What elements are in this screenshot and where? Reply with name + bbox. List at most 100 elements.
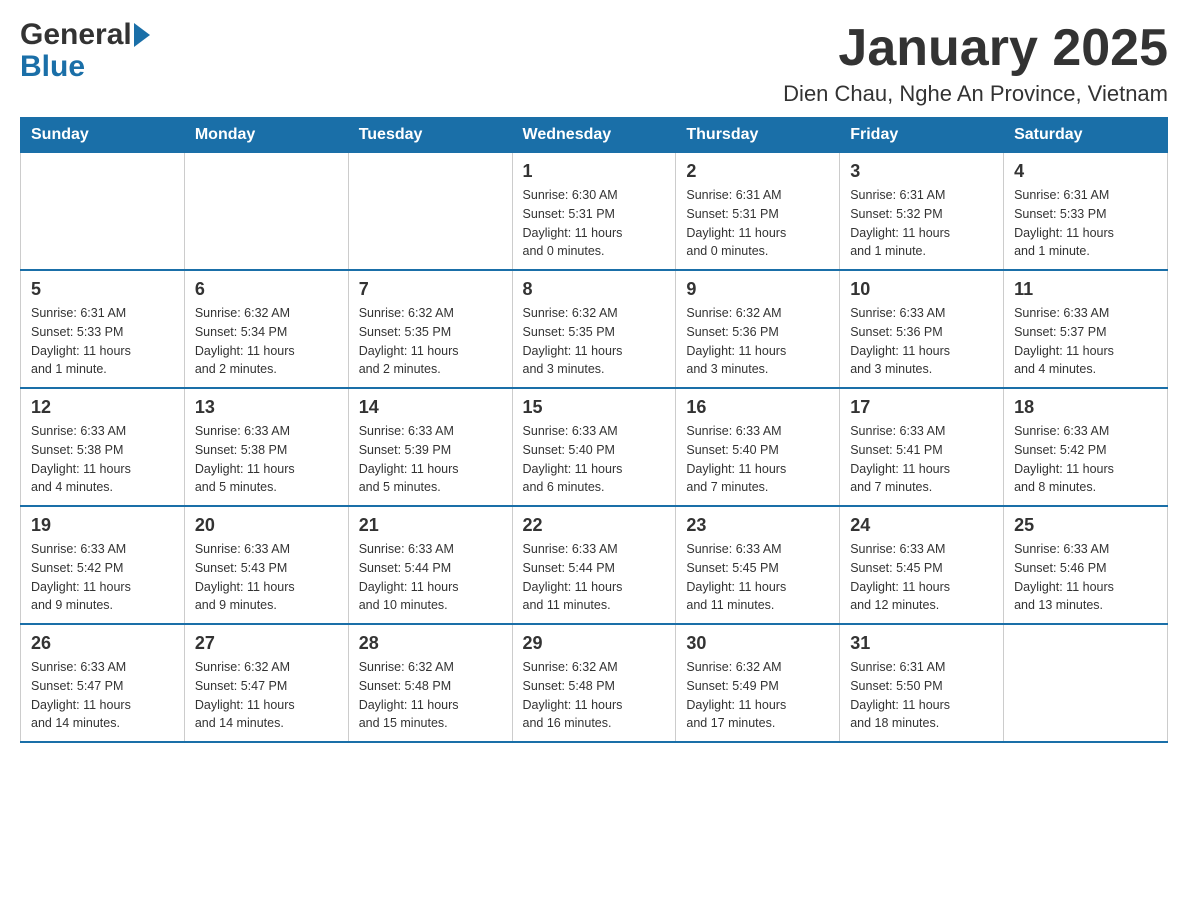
calendar-cell: 17Sunrise: 6:33 AMSunset: 5:41 PMDayligh… xyxy=(840,388,1004,506)
cell-day-info: Sunrise: 6:32 AMSunset: 5:48 PMDaylight:… xyxy=(523,658,666,733)
cell-day-info: Sunrise: 6:33 AMSunset: 5:38 PMDaylight:… xyxy=(31,422,174,497)
calendar-cell: 22 Sunrise: 6:33 AMSunset: 5:44 PMDayligh… xyxy=(512,506,676,624)
cell-day-number: 31 xyxy=(850,633,993,654)
calendar-cell xyxy=(1004,624,1168,742)
cell-day-number: 24 xyxy=(850,515,993,536)
calendar-table: Sunday Monday Tuesday Wednesday Thursday… xyxy=(20,117,1168,743)
cell-day-info: Sunrise: 6:33 AMSunset: 5:40 PMDaylight:… xyxy=(686,422,829,497)
cell-day-info: Sunrise: 6:33 AMSunset: 5:38 PMDaylight:… xyxy=(195,422,338,497)
cell-day-info: Sunrise: 6:31 AMSunset: 5:33 PMDaylight:… xyxy=(1014,186,1157,261)
calendar-cell: 26 Sunrise: 6:33 AMSunset: 5:47 PMDayligh… xyxy=(21,624,185,742)
cell-day-info: Sunrise: 6:33 AMSunset: 5:45 PMDaylight:… xyxy=(850,540,993,615)
col-thursday: Thursday xyxy=(676,118,840,153)
calendar-cell: 5 Sunrise: 6:31 AMSunset: 5:33 PMDaylight… xyxy=(21,270,185,388)
cell-day-info: Sunrise: 6:32 AMSunset: 5:47 PMDaylight:… xyxy=(195,658,338,733)
cell-day-number: 14 xyxy=(359,397,502,418)
cell-day-info: Sunrise: 6:32 AMSunset: 5:49 PMDaylight:… xyxy=(686,658,829,733)
calendar-week-4: 19 Sunrise: 6:33 AMSunset: 5:42 PMDayligh… xyxy=(21,506,1168,624)
col-saturday: Saturday xyxy=(1004,118,1168,153)
calendar-cell: 21Sunrise: 6:33 AMSunset: 5:44 PMDayligh… xyxy=(348,506,512,624)
calendar-week-3: 12 Sunrise: 6:33 AMSunset: 5:38 PMDayligh… xyxy=(21,388,1168,506)
cell-day-info: Sunrise: 6:31 AMSunset: 5:33 PMDaylight:… xyxy=(31,304,174,379)
cell-day-info: Sunrise: 6:33 AMSunset: 5:44 PMDaylight:… xyxy=(523,540,666,615)
calendar-cell: 15Sunrise: 6:33 AMSunset: 5:40 PMDayligh… xyxy=(512,388,676,506)
cell-day-number: 5 xyxy=(31,279,174,300)
calendar-cell: 18Sunrise: 6:33 AMSunset: 5:42 PMDayligh… xyxy=(1004,388,1168,506)
title-block: January 2025 Dien Chau, Nghe An Province… xyxy=(783,20,1168,107)
cell-day-info: Sunrise: 6:31 AMSunset: 5:31 PMDaylight:… xyxy=(686,186,829,261)
cell-day-number: 20 xyxy=(195,515,338,536)
calendar-cell: 13 Sunrise: 6:33 AMSunset: 5:38 PMDayligh… xyxy=(184,388,348,506)
cell-day-info: Sunrise: 6:31 AMSunset: 5:32 PMDaylight:… xyxy=(850,186,993,261)
calendar-cell: 30 Sunrise: 6:32 AMSunset: 5:49 PMDayligh… xyxy=(676,624,840,742)
cell-day-info: Sunrise: 6:33 AMSunset: 5:40 PMDaylight:… xyxy=(523,422,666,497)
calendar-cell xyxy=(348,153,512,271)
cell-day-info: Sunrise: 6:31 AMSunset: 5:50 PMDaylight:… xyxy=(850,658,993,733)
calendar-cell: 23 Sunrise: 6:33 AMSunset: 5:45 PMDayligh… xyxy=(676,506,840,624)
cell-day-number: 3 xyxy=(850,161,993,182)
cell-day-info: Sunrise: 6:32 AMSunset: 5:35 PMDaylight:… xyxy=(523,304,666,379)
col-tuesday: Tuesday xyxy=(348,118,512,153)
cell-day-number: 25 xyxy=(1014,515,1157,536)
cell-day-info: Sunrise: 6:33 AMSunset: 5:47 PMDaylight:… xyxy=(31,658,174,733)
logo-arrow-icon xyxy=(134,23,150,47)
cell-day-info: Sunrise: 6:33 AMSunset: 5:42 PMDaylight:… xyxy=(1014,422,1157,497)
calendar-week-5: 26 Sunrise: 6:33 AMSunset: 5:47 PMDayligh… xyxy=(21,624,1168,742)
cell-day-info: Sunrise: 6:33 AMSunset: 5:39 PMDaylight:… xyxy=(359,422,502,497)
calendar-cell: 9 Sunrise: 6:32 AMSunset: 5:36 PMDaylight… xyxy=(676,270,840,388)
calendar-cell: 12 Sunrise: 6:33 AMSunset: 5:38 PMDayligh… xyxy=(21,388,185,506)
cell-day-number: 22 xyxy=(523,515,666,536)
calendar-cell xyxy=(184,153,348,271)
page-header: General Blue January 2025 Dien Chau, Ngh… xyxy=(20,20,1168,107)
cell-day-info: Sunrise: 6:32 AMSunset: 5:35 PMDaylight:… xyxy=(359,304,502,379)
cell-day-number: 12 xyxy=(31,397,174,418)
cell-day-number: 2 xyxy=(686,161,829,182)
col-wednesday: Wednesday xyxy=(512,118,676,153)
cell-day-info: Sunrise: 6:30 AMSunset: 5:31 PMDaylight:… xyxy=(523,186,666,261)
cell-day-info: Sunrise: 6:32 AMSunset: 5:36 PMDaylight:… xyxy=(686,304,829,379)
cell-day-info: Sunrise: 6:32 AMSunset: 5:48 PMDaylight:… xyxy=(359,658,502,733)
cell-day-number: 30 xyxy=(686,633,829,654)
cell-day-number: 7 xyxy=(359,279,502,300)
page-title: January 2025 xyxy=(783,20,1168,77)
cell-day-number: 17 xyxy=(850,397,993,418)
cell-day-number: 29 xyxy=(523,633,666,654)
logo-blue-text: Blue xyxy=(20,50,85,83)
calendar-cell: 16Sunrise: 6:33 AMSunset: 5:40 PMDayligh… xyxy=(676,388,840,506)
cell-day-number: 23 xyxy=(686,515,829,536)
col-sunday: Sunday xyxy=(21,118,185,153)
cell-day-number: 4 xyxy=(1014,161,1157,182)
calendar-week-2: 5 Sunrise: 6:31 AMSunset: 5:33 PMDaylight… xyxy=(21,270,1168,388)
calendar-cell: 1Sunrise: 6:30 AMSunset: 5:31 PMDaylight… xyxy=(512,153,676,271)
page-subtitle: Dien Chau, Nghe An Province, Vietnam xyxy=(783,81,1168,107)
cell-day-number: 6 xyxy=(195,279,338,300)
calendar-cell: 11Sunrise: 6:33 AMSunset: 5:37 PMDayligh… xyxy=(1004,270,1168,388)
cell-day-number: 13 xyxy=(195,397,338,418)
calendar-header-row: Sunday Monday Tuesday Wednesday Thursday… xyxy=(21,118,1168,153)
cell-day-number: 26 xyxy=(31,633,174,654)
calendar-week-1: 1Sunrise: 6:30 AMSunset: 5:31 PMDaylight… xyxy=(21,153,1168,271)
cell-day-number: 28 xyxy=(359,633,502,654)
cell-day-number: 27 xyxy=(195,633,338,654)
cell-day-number: 8 xyxy=(523,279,666,300)
calendar-cell: 27 Sunrise: 6:32 AMSunset: 5:47 PMDayligh… xyxy=(184,624,348,742)
calendar-cell: 31 Sunrise: 6:31 AMSunset: 5:50 PMDayligh… xyxy=(840,624,1004,742)
calendar-cell: 24 Sunrise: 6:33 AMSunset: 5:45 PMDayligh… xyxy=(840,506,1004,624)
cell-day-info: Sunrise: 6:33 AMSunset: 5:42 PMDaylight:… xyxy=(31,540,174,615)
calendar-cell: 6Sunrise: 6:32 AMSunset: 5:34 PMDaylight… xyxy=(184,270,348,388)
col-friday: Friday xyxy=(840,118,1004,153)
cell-day-info: Sunrise: 6:33 AMSunset: 5:45 PMDaylight:… xyxy=(686,540,829,615)
calendar-cell: 10Sunrise: 6:33 AMSunset: 5:36 PMDayligh… xyxy=(840,270,1004,388)
calendar-cell: 29 Sunrise: 6:32 AMSunset: 5:48 PMDayligh… xyxy=(512,624,676,742)
calendar-cell: 20Sunrise: 6:33 AMSunset: 5:43 PMDayligh… xyxy=(184,506,348,624)
calendar-cell: 8 Sunrise: 6:32 AMSunset: 5:35 PMDaylight… xyxy=(512,270,676,388)
cell-day-number: 19 xyxy=(31,515,174,536)
calendar-cell: 3 Sunrise: 6:31 AMSunset: 5:32 PMDaylight… xyxy=(840,153,1004,271)
cell-day-number: 21 xyxy=(359,515,502,536)
logo-general-text: General xyxy=(20,20,132,50)
calendar-cell xyxy=(21,153,185,271)
cell-day-info: Sunrise: 6:33 AMSunset: 5:46 PMDaylight:… xyxy=(1014,540,1157,615)
calendar-cell: 28 Sunrise: 6:32 AMSunset: 5:48 PMDayligh… xyxy=(348,624,512,742)
cell-day-number: 11 xyxy=(1014,279,1157,300)
cell-day-number: 9 xyxy=(686,279,829,300)
